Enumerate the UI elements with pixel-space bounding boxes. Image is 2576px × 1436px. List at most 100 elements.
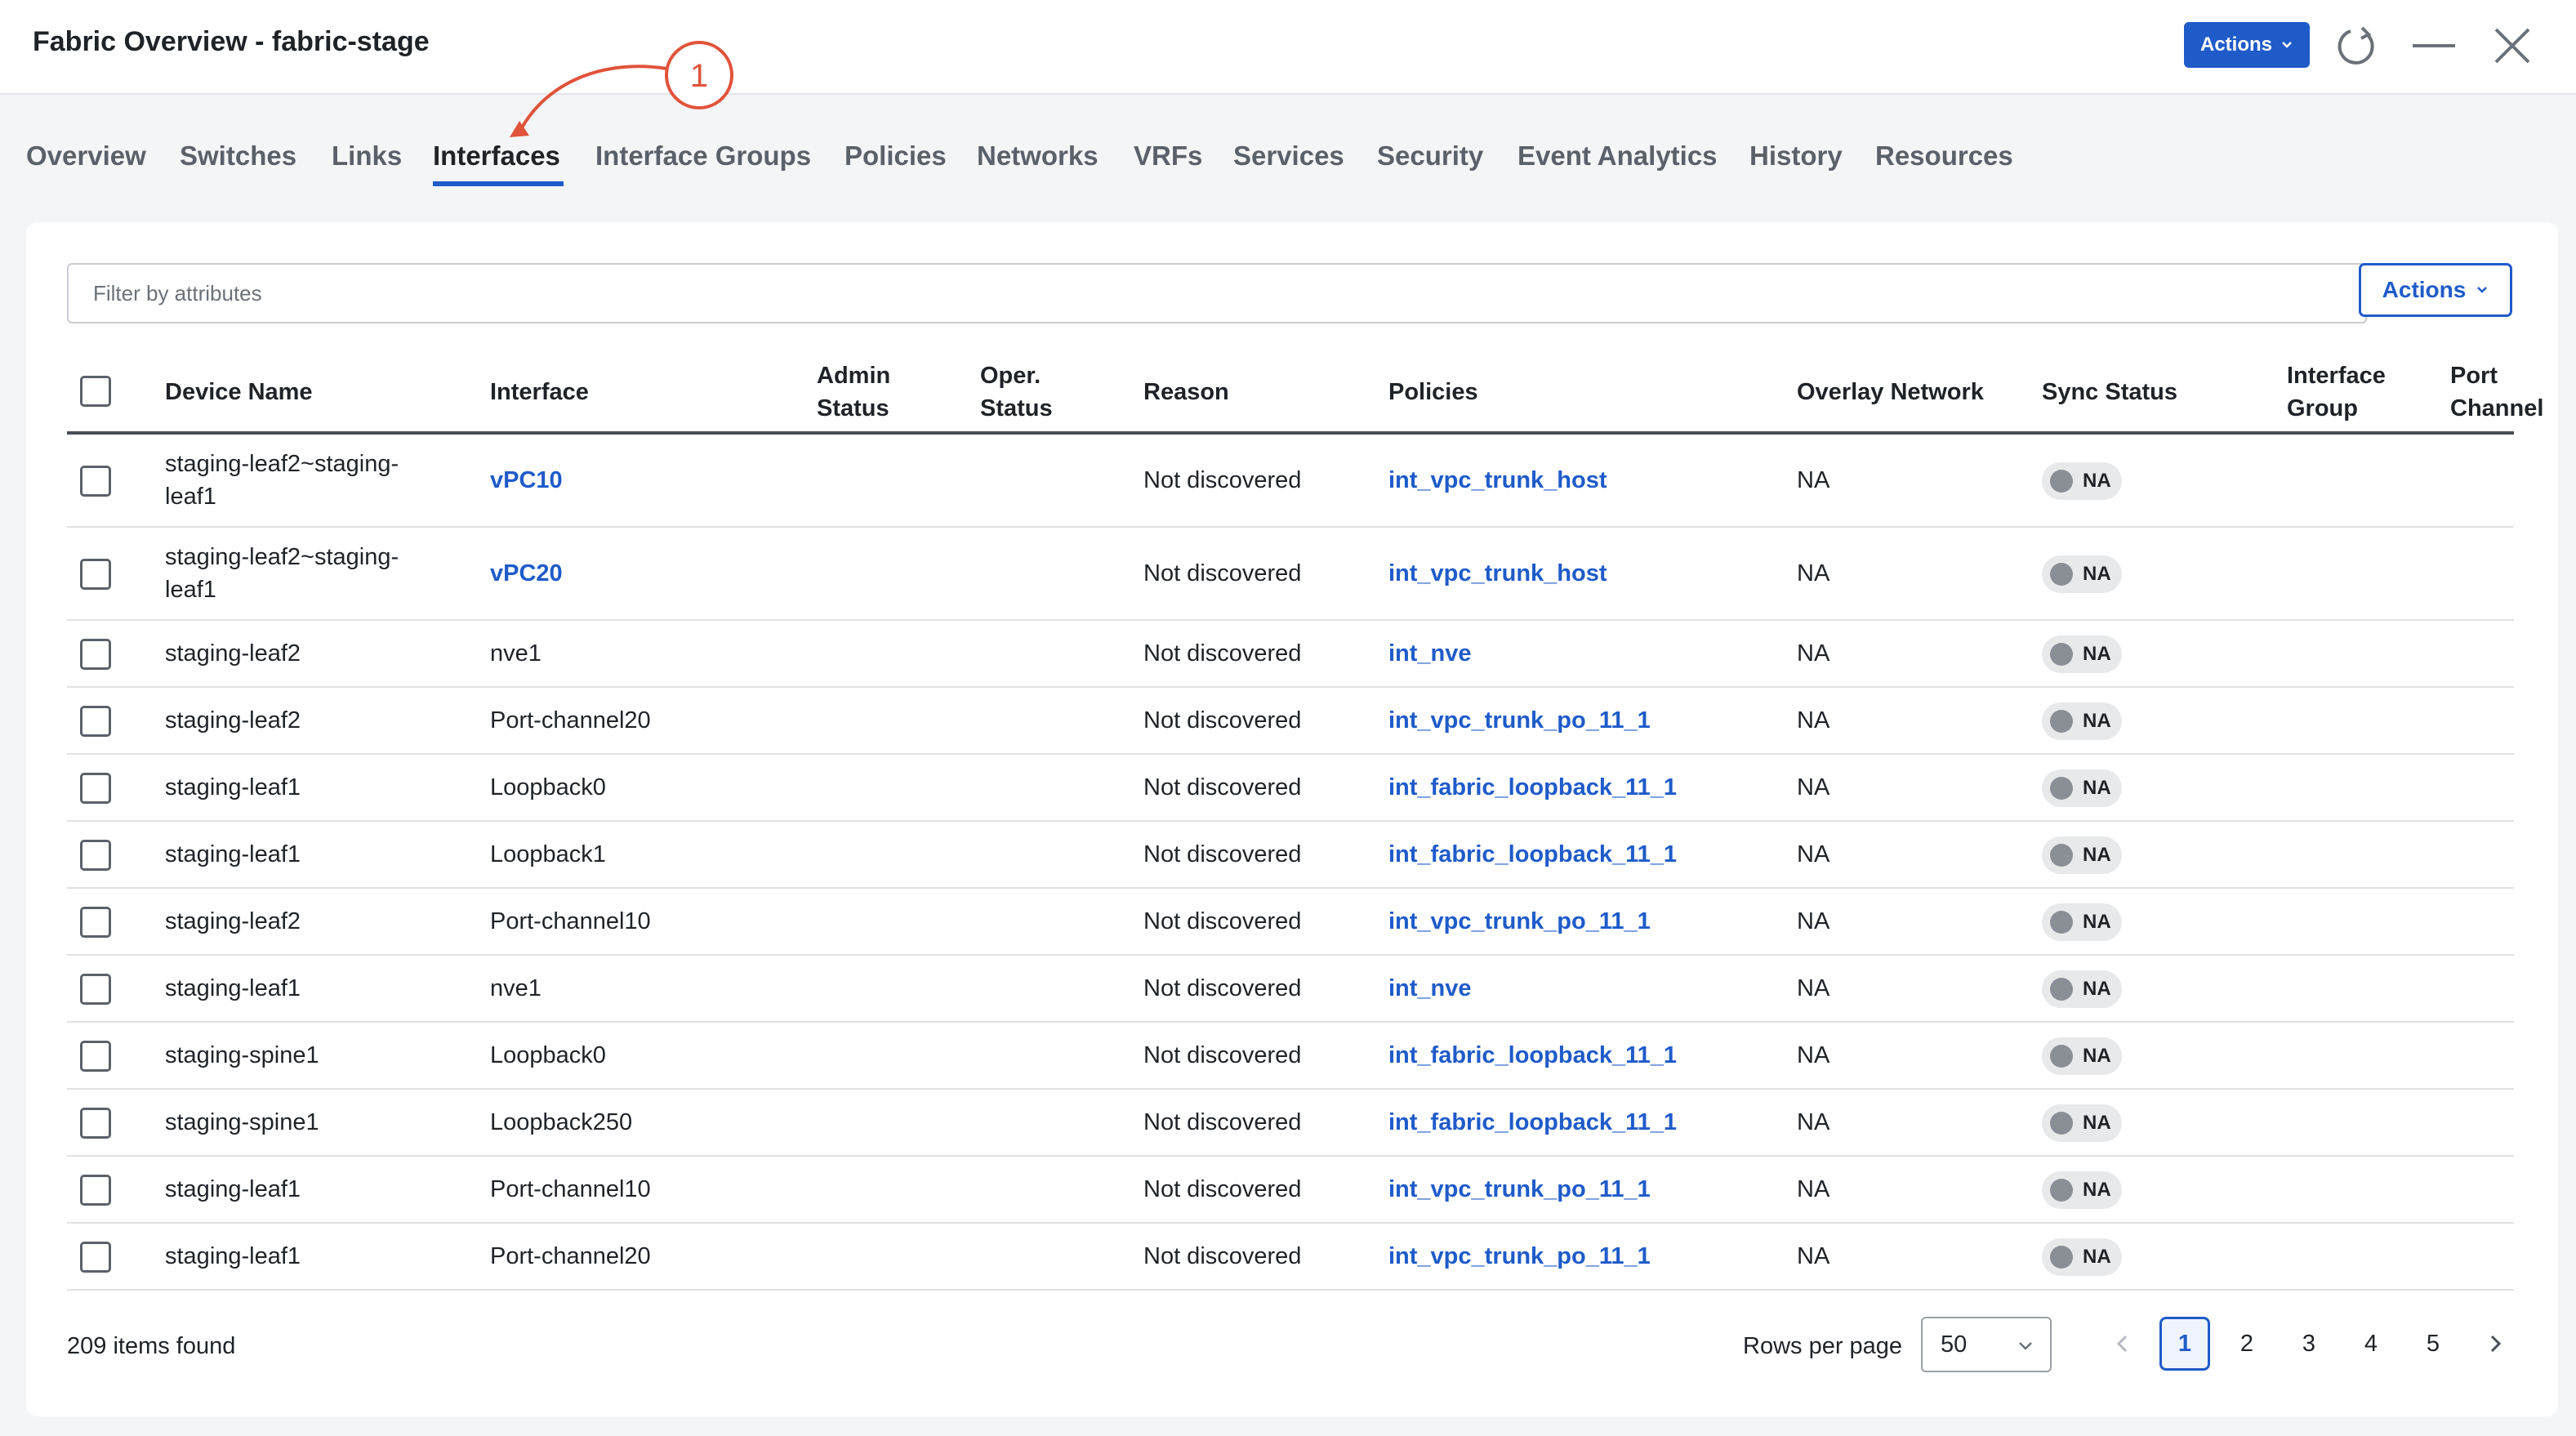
policy-link[interactable]: int_fabric_loopback_11_1: [1388, 771, 1677, 804]
tab-overview[interactable]: Overview: [26, 140, 146, 172]
rows-per-page-select[interactable]: 50: [1921, 1317, 2052, 1372]
chevron-down-icon: [2282, 42, 2292, 48]
tab-links[interactable]: Links: [332, 140, 402, 172]
tab-switches[interactable]: Switches: [180, 140, 296, 172]
table-row[interactable]: staging-leaf1 Port-channel20 Not discove…: [67, 1224, 2514, 1291]
col-interface[interactable]: Interface: [490, 376, 589, 408]
prev-page-button[interactable]: [2097, 1317, 2148, 1371]
table-row[interactable]: staging-spine1 Loopback0 Not discovered …: [67, 1023, 2514, 1090]
policy-link[interactable]: int_fabric_loopback_11_1: [1388, 1106, 1677, 1139]
sync-status-badge: NA: [2042, 970, 2122, 1008]
chevron-down-icon: [2477, 287, 2488, 293]
interface-name: Loopback1: [490, 841, 606, 867]
policy-link[interactable]: int_fabric_loopback_11_1: [1388, 838, 1677, 871]
status-dot-icon: [2050, 978, 2073, 1001]
row-checkbox[interactable]: [80, 974, 111, 1005]
minimize-icon[interactable]: [2409, 21, 2458, 70]
policy-link[interactable]: int_vpc_trunk_po_11_1: [1388, 704, 1651, 737]
reason: Not discovered: [1143, 1243, 1302, 1269]
table-row[interactable]: staging-leaf2~staging- leaf1 vPC10 Not d…: [67, 435, 2514, 528]
sync-status-badge: NA: [2042, 702, 2122, 740]
interface-link[interactable]: vPC10: [490, 464, 563, 497]
page-button-3[interactable]: 3: [2284, 1317, 2334, 1371]
col-oper-status[interactable]: Oper. Status: [980, 359, 1053, 425]
col-device-name[interactable]: Device Name: [165, 376, 313, 408]
col-admin-status[interactable]: Admin Status: [817, 359, 890, 425]
policy-link[interactable]: int_vpc_trunk_host: [1388, 464, 1607, 497]
policy-link[interactable]: int_fabric_loopback_11_1: [1388, 1039, 1677, 1072]
col-port-channel[interactable]: Port Channel: [2450, 359, 2543, 425]
table-row[interactable]: staging-leaf2 nve1 Not discovered int_nv…: [67, 621, 2514, 688]
table-row[interactable]: staging-leaf2 Port-channel10 Not discove…: [67, 889, 2514, 956]
next-page-button[interactable]: [2470, 1317, 2520, 1371]
col-interface-group[interactable]: Interface Group: [2287, 359, 2386, 425]
row-checkbox[interactable]: [80, 466, 111, 497]
reason: Not discovered: [1143, 975, 1302, 1001]
active-tab-indicator: [433, 181, 564, 186]
col-overlay-network[interactable]: Overlay Network: [1797, 376, 1984, 408]
table-row[interactable]: staging-leaf2~staging- leaf1 vPC20 Not d…: [67, 528, 2514, 621]
overlay-network: NA: [1797, 841, 1830, 867]
row-checkbox[interactable]: [80, 840, 111, 871]
policy-link[interactable]: int_vpc_trunk_po_11_1: [1388, 905, 1651, 938]
page-button-1[interactable]: 1: [2159, 1317, 2210, 1371]
page-button-2[interactable]: 2: [2222, 1317, 2272, 1371]
filter-input[interactable]: [67, 263, 2367, 323]
tab-interface-groups[interactable]: Interface Groups: [595, 140, 811, 172]
col-reason[interactable]: Reason: [1143, 376, 1229, 408]
row-checkbox[interactable]: [80, 1041, 111, 1072]
policy-link[interactable]: int_nve: [1388, 972, 1472, 1005]
row-checkbox[interactable]: [80, 639, 111, 670]
refresh-icon[interactable]: [2333, 21, 2382, 70]
row-checkbox[interactable]: [80, 1108, 111, 1139]
sync-status-badge: NA: [2042, 1238, 2122, 1276]
row-checkbox[interactable]: [80, 773, 111, 804]
col-port-channel-line1: Port: [2450, 363, 2498, 389]
tab-services[interactable]: Services: [1233, 140, 1344, 172]
tab-event-analytics[interactable]: Event Analytics: [1518, 140, 1718, 172]
overlay-network: NA: [1797, 774, 1830, 801]
overlay-network: NA: [1797, 975, 1830, 1001]
policy-link[interactable]: int_nve: [1388, 637, 1472, 670]
table-row[interactable]: staging-leaf1 Port-channel10 Not discove…: [67, 1157, 2514, 1224]
interface-name: Loopback250: [490, 1109, 633, 1135]
policy-link[interactable]: int_vpc_trunk_po_11_1: [1388, 1240, 1651, 1273]
table-row[interactable]: staging-leaf1 Loopback0 Not discovered i…: [67, 755, 2514, 822]
tab-policies[interactable]: Policies: [845, 140, 947, 172]
col-interface-group-line2: Group: [2287, 395, 2358, 421]
table-actions-button[interactable]: Actions: [2359, 263, 2512, 317]
select-all-checkbox[interactable]: [80, 376, 111, 407]
col-sync-status[interactable]: Sync Status: [2042, 376, 2177, 408]
close-icon[interactable]: [2488, 21, 2537, 70]
row-checkbox[interactable]: [80, 1175, 111, 1206]
row-checkbox[interactable]: [80, 1242, 111, 1273]
page-button-4[interactable]: 4: [2346, 1317, 2396, 1371]
policy-link[interactable]: int_vpc_trunk_po_11_1: [1388, 1173, 1651, 1206]
page-button-5[interactable]: 5: [2408, 1317, 2458, 1371]
table-row[interactable]: staging-leaf1 Loopback1 Not discovered i…: [67, 822, 2514, 889]
sync-status-badge: NA: [2042, 903, 2122, 941]
row-checkbox[interactable]: [80, 706, 111, 737]
tab-networks[interactable]: Networks: [977, 140, 1099, 172]
table-row[interactable]: staging-leaf2 Port-channel20 Not discove…: [67, 688, 2514, 755]
interface-link[interactable]: vPC20: [490, 557, 563, 590]
tab-interfaces[interactable]: Interfaces: [433, 140, 560, 172]
tab-history[interactable]: History: [1749, 140, 1843, 172]
col-interface-group-line1: Interface: [2287, 363, 2386, 389]
tab-security[interactable]: Security: [1377, 140, 1483, 172]
status-dot-icon: [2050, 844, 2073, 867]
table-row[interactable]: staging-spine1 Loopback250 Not discovere…: [67, 1090, 2514, 1157]
header-actions-button[interactable]: Actions: [2184, 22, 2310, 68]
row-checkbox[interactable]: [80, 907, 111, 938]
policy-link[interactable]: int_vpc_trunk_host: [1388, 557, 1607, 590]
sync-status-badge: NA: [2042, 462, 2122, 500]
table-row[interactable]: staging-leaf1 nve1 Not discovered int_nv…: [67, 956, 2514, 1023]
col-policies[interactable]: Policies: [1388, 376, 1478, 408]
overlay-network: NA: [1797, 1243, 1830, 1269]
device-name: staging-leaf2: [165, 640, 301, 667]
tab-resources[interactable]: Resources: [1875, 140, 2013, 172]
tab-vrfs[interactable]: VRFs: [1134, 140, 1202, 172]
row-checkbox[interactable]: [80, 559, 111, 590]
table-header: Device Name Interface Admin Status Oper.…: [67, 350, 2543, 435]
interface-name: nve1: [490, 975, 541, 1001]
